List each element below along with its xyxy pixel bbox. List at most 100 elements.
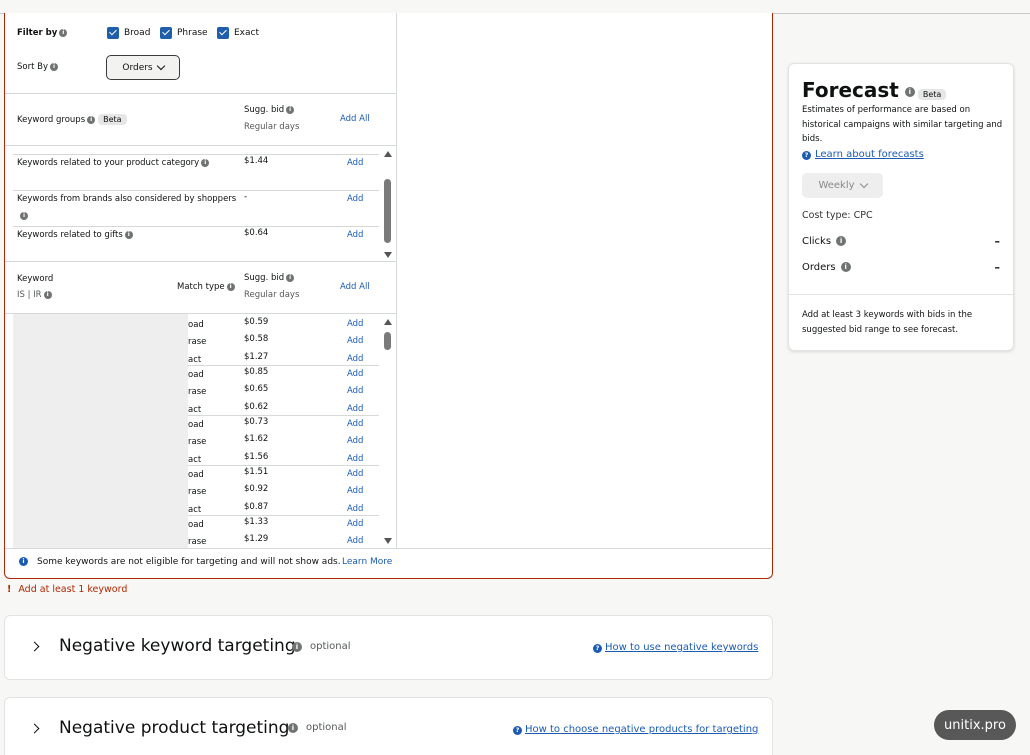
error-message: ! Add at least 1 keyword: [7, 584, 127, 595]
is-ir-header: IS | IR i: [17, 290, 52, 300]
eligibility-notice: i Some keywords are not eligible for tar…: [5, 548, 772, 578]
keyword-add-button[interactable]: Add: [347, 519, 363, 529]
exact-checkbox[interactable]: [217, 27, 229, 39]
keyword-bid: $1.62: [244, 434, 269, 444]
keywords-scrollbar[interactable]: [383, 318, 393, 548]
forecast-period-dropdown[interactable]: Weekly: [802, 173, 883, 198]
scroll-down-icon[interactable]: [384, 538, 392, 544]
keyword-add-button[interactable]: Add: [347, 354, 363, 364]
match-type-value: act: [188, 505, 202, 515]
learn-more-link[interactable]: Learn More: [342, 557, 392, 567]
info-icon[interactable]: i: [59, 28, 68, 37]
keyword-targeting-panel: Filter by i Broad Phrase Exact Sort By i O…: [4, 13, 773, 579]
filter-by-label: Filter by i: [17, 28, 68, 38]
divider: [13, 226, 379, 227]
sort-by-dropdown[interactable]: Orders: [106, 55, 180, 80]
keywords-add-all-button[interactable]: Add All: [340, 282, 370, 292]
keyword-bid: $0.92: [244, 484, 269, 494]
info-icon[interactable]: i: [124, 230, 133, 239]
keyword-header: Keyword: [17, 274, 54, 284]
divider: [5, 93, 397, 94]
info-icon[interactable]: i: [87, 115, 96, 124]
info-icon[interactable]: i: [840, 262, 851, 272]
sugg-bid-header: Sugg. bid i: [244, 273, 295, 283]
negative-keyword-title: Negative keyword targeting: [59, 636, 296, 656]
scroll-thumb[interactable]: [384, 332, 391, 350]
info-icon[interactable]: i: [292, 642, 302, 652]
scroll-up-icon[interactable]: [384, 151, 392, 157]
suggested-keywords-column: Filter by i Broad Phrase Exact Sort By i O…: [5, 13, 397, 548]
info-icon[interactable]: i: [286, 105, 295, 114]
keyword-add-button[interactable]: Add: [347, 436, 363, 446]
info-icon[interactable]: i: [904, 86, 915, 97]
keyword-add-button[interactable]: Add: [347, 386, 363, 396]
regular-days-label: Regular days: [244, 122, 300, 132]
info-icon[interactable]: i: [836, 236, 847, 246]
phrase-label: Phrase: [177, 28, 208, 38]
scroll-up-icon[interactable]: [384, 319, 392, 325]
keyword-add-button[interactable]: Add: [347, 504, 363, 514]
how-to-choose-negative-products-link[interactable]: How to choose negative products for targ…: [525, 724, 758, 735]
keyword-add-button[interactable]: Add: [347, 469, 363, 479]
info-icon[interactable]: i: [286, 273, 295, 282]
group-row-add-button[interactable]: Add: [347, 194, 363, 204]
keyword-add-button[interactable]: Add: [347, 404, 363, 414]
orders-label: Orders i: [802, 262, 851, 273]
keyword-add-button[interactable]: Add: [347, 419, 363, 429]
help-icon: ?: [593, 644, 602, 653]
scroll-down-icon[interactable]: [384, 252, 392, 258]
negative-product-title: Negative product targeting: [59, 718, 290, 738]
group-row-add-button[interactable]: Add: [347, 158, 363, 168]
info-icon[interactable]: i: [50, 62, 58, 71]
keyword-add-button[interactable]: Add: [347, 319, 363, 329]
sort-value: Orders: [122, 62, 153, 73]
keyword-add-button[interactable]: Add: [347, 536, 363, 546]
clicks-value: –: [994, 235, 1001, 248]
groups-add-all-button[interactable]: Add All: [340, 114, 370, 124]
forecast-title: Forecast i Beta: [802, 78, 947, 102]
keyword-add-button[interactable]: Add: [347, 486, 363, 496]
phrase-checkbox[interactable]: [160, 27, 172, 39]
keyword-bid: $1.33: [244, 517, 269, 527]
match-type-value: oad: [188, 470, 204, 480]
info-icon[interactable]: i: [201, 158, 210, 167]
match-type-value: oad: [188, 320, 204, 330]
keyword-row: oad $1.33 Add: [5, 516, 397, 532]
group-row-label: Keywords related to gifts i: [17, 230, 133, 240]
chevron-down-icon: [859, 179, 868, 189]
match-type-value: rase: [188, 537, 207, 547]
chevron-right-icon[interactable]: [29, 641, 40, 652]
keyword-bid: $0.62: [244, 402, 269, 412]
keyword-row: rase $0.92 Add: [5, 483, 397, 499]
negative-keyword-card[interactable]: Negative keyword targeting i optional ? …: [4, 615, 773, 680]
negative-product-card[interactable]: Negative product targeting i optional ? …: [4, 697, 773, 755]
keyword-row: oad $0.73 Add: [5, 416, 397, 432]
keyword-bid: $0.59: [244, 317, 269, 327]
chevron-down-icon: [156, 61, 165, 71]
group-row-bid: -: [244, 192, 248, 202]
clicks-label: Clicks i: [802, 236, 847, 247]
group-row-bid: $1.44: [244, 156, 269, 166]
broad-checkbox[interactable]: [107, 27, 119, 39]
optional-label: optional: [306, 722, 347, 733]
info-icon[interactable]: i: [20, 212, 28, 220]
notice-text: Some keywords are not eligible for targe…: [37, 557, 341, 567]
optional-label: optional: [310, 641, 351, 652]
info-icon[interactable]: i: [288, 723, 298, 733]
keyword-row: rase $1.29 Add: [5, 533, 397, 549]
keyword-add-button[interactable]: Add: [347, 369, 363, 379]
watermark: unitix.pro: [934, 710, 1016, 740]
error-text: Add at least 1 keyword: [18, 584, 128, 595]
how-to-use-negative-keywords-link[interactable]: How to use negative keywords: [605, 642, 758, 653]
chevron-right-icon[interactable]: [29, 723, 40, 734]
group-row-add-button[interactable]: Add: [347, 230, 363, 240]
scroll-thumb[interactable]: [384, 179, 391, 243]
groups-scrollbar[interactable]: [383, 149, 393, 261]
keyword-add-button[interactable]: Add: [347, 336, 363, 346]
divider: [13, 190, 379, 191]
help-icon: ?: [802, 151, 811, 160]
info-icon[interactable]: i: [226, 282, 235, 291]
keyword-add-button[interactable]: Add: [347, 454, 363, 464]
info-icon[interactable]: i: [43, 290, 52, 299]
learn-about-forecasts-link[interactable]: ? Learn about forecasts: [802, 149, 924, 160]
